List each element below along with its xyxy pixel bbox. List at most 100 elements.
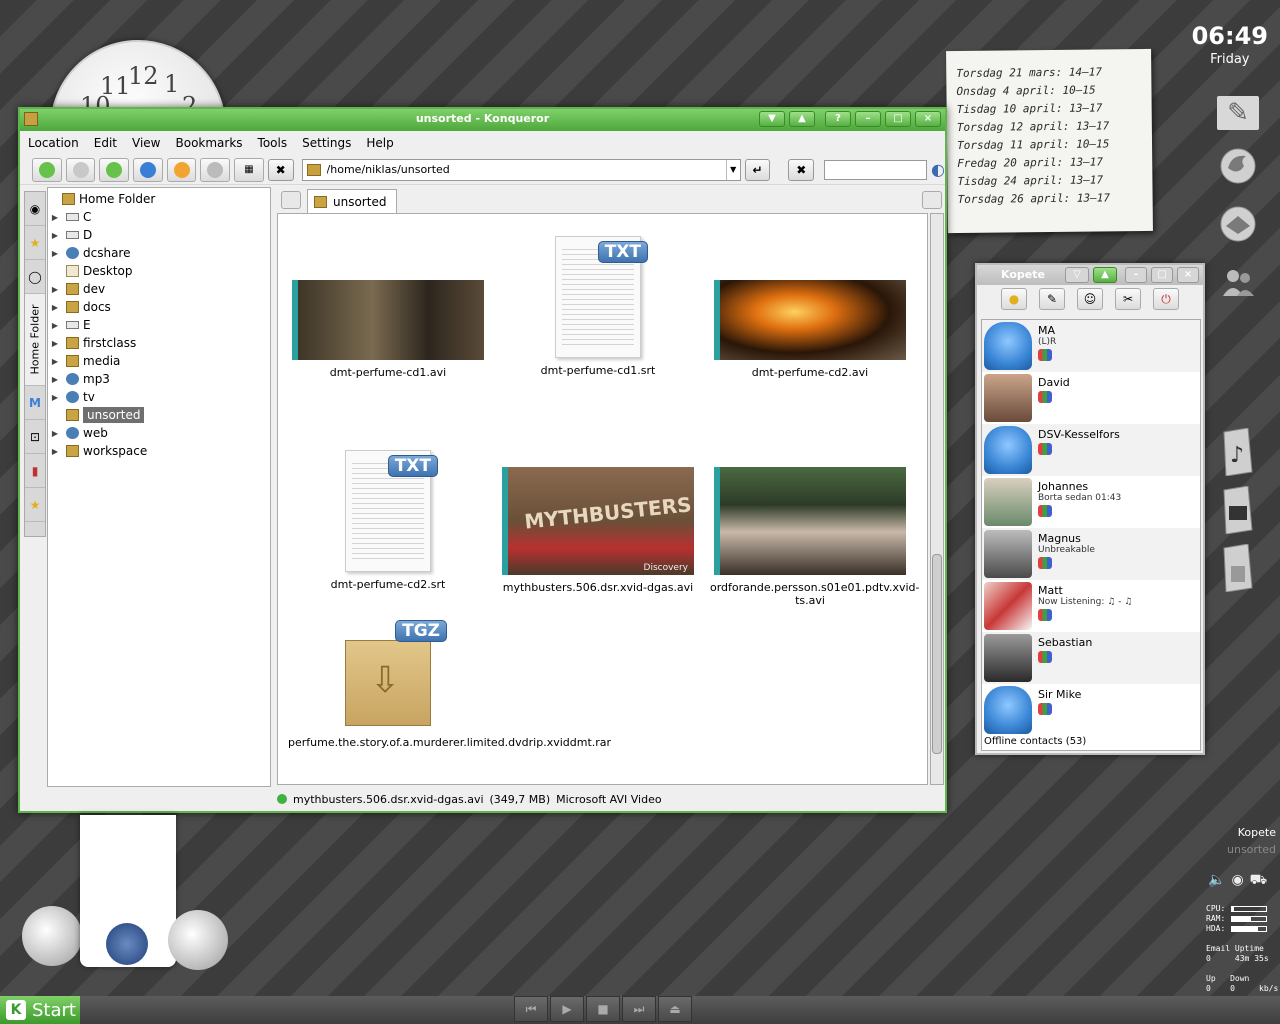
drive-folder-icon[interactable]: [1216, 544, 1260, 592]
expand-arrow-icon[interactable]: ▶: [48, 231, 62, 240]
tree-item-d[interactable]: ▶ D: [48, 226, 270, 244]
expand-arrow-icon[interactable]: ▶: [48, 339, 62, 348]
help-button[interactable]: ?: [825, 111, 851, 127]
task-unsorted[interactable]: unsorted: [1227, 843, 1276, 860]
location-input[interactable]: [326, 163, 726, 176]
contact-item[interactable]: DSV-Kesselfors: [982, 424, 1200, 476]
stop-playback-button[interactable]: ■: [586, 996, 620, 1022]
volume-icon[interactable]: 🔈: [1208, 872, 1225, 890]
expand-arrow-icon[interactable]: ▶: [48, 213, 62, 222]
tree-item-media[interactable]: ▶ media: [48, 352, 270, 370]
sidebar-tab-history[interactable]: ◯: [25, 260, 45, 294]
next-track-button[interactable]: ⏭: [622, 996, 656, 1022]
go-button[interactable]: ↵: [744, 158, 771, 181]
search-input[interactable]: [825, 160, 927, 179]
menu-location[interactable]: Location: [28, 136, 79, 150]
menu-help[interactable]: Help: [366, 136, 393, 150]
shade-button[interactable]: ▽: [1065, 267, 1089, 283]
chevron-down-icon[interactable]: ▼: [725, 159, 740, 180]
media-disc-icon[interactable]: ◉: [1231, 872, 1243, 890]
clear-location-button[interactable]: ✖: [267, 158, 294, 181]
file-item[interactable]: ⇩ TGZ perfume.the.story.of.a.murderer.li…: [288, 620, 611, 749]
sidebar-tab-media[interactable]: M: [25, 386, 45, 420]
tree-item-mp3[interactable]: ▶ mp3: [48, 370, 270, 388]
shade-button[interactable]: ▼: [759, 111, 785, 127]
add-contact-button[interactable]: ☺: [1077, 288, 1103, 310]
sidebar-tab-bookmarks[interactable]: ★: [25, 226, 45, 260]
file-item[interactable]: ordforande.persson.s01e01.pdtv.xvid-ts.a…: [710, 467, 920, 607]
clear-search-button[interactable]: ✖: [788, 158, 815, 181]
offline-contacts-group[interactable]: Offline contacts (53): [982, 736, 1200, 747]
expand-arrow-icon[interactable]: ▶: [48, 249, 62, 258]
tree-item-unsorted[interactable]: unsorted: [48, 406, 270, 424]
file-item[interactable]: dmt-perfume-cd1.avi: [288, 280, 488, 379]
sidebar-tab-web[interactable]: ◉: [25, 192, 45, 226]
tree-item-c[interactable]: ▶ C: [48, 208, 270, 226]
up-button[interactable]: [99, 157, 130, 182]
music-folder-icon[interactable]: ♪: [1216, 428, 1260, 476]
close-button[interactable]: ×: [915, 111, 941, 127]
file-item[interactable]: MYTHBUSTERS Discovery mythbusters.506.ds…: [498, 467, 698, 594]
menu-tools[interactable]: Tools: [258, 136, 288, 150]
tree-item-web[interactable]: ▶ web: [48, 424, 270, 442]
thunderbird-icon[interactable]: [1216, 202, 1260, 246]
minimize-button[interactable]: –: [1125, 267, 1147, 283]
keep-above-button[interactable]: ▲: [1093, 267, 1117, 283]
tree-item-dev[interactable]: ▶ dev: [48, 280, 270, 298]
expand-arrow-icon[interactable]: ▶: [48, 447, 62, 456]
menu-edit[interactable]: Edit: [94, 136, 117, 150]
tree-item-e[interactable]: ▶ E: [48, 316, 270, 334]
contact-item[interactable]: Matt Now Listening: ♫ - ♫: [982, 580, 1200, 632]
settings-button[interactable]: ✂: [1115, 288, 1141, 310]
scrollbar-thumb[interactable]: [932, 554, 942, 754]
play-button[interactable]: ▶: [550, 996, 584, 1022]
task-kopete[interactable]: Kopete: [1227, 826, 1276, 843]
eject-button[interactable]: ⏏: [658, 996, 692, 1022]
contact-item[interactable]: Sebastian: [982, 632, 1200, 684]
menu-settings[interactable]: Settings: [302, 136, 351, 150]
users-icon[interactable]: [1216, 260, 1260, 304]
tree-item-desktop[interactable]: Desktop: [48, 262, 270, 280]
reload-button[interactable]: [166, 157, 197, 182]
tree-item-dcshare[interactable]: ▶ dcshare: [48, 244, 270, 262]
expand-arrow-icon[interactable]: ▶: [48, 303, 62, 312]
home-button[interactable]: [133, 157, 163, 182]
quit-button[interactable]: ⏻: [1153, 288, 1179, 310]
window-titlebar[interactable]: unsorted - Konqueror ▼ ▲ ? – □ ×: [20, 109, 945, 131]
contact-item[interactable]: MA (L)R: [982, 320, 1200, 372]
cart-icon[interactable]: ⛟: [1250, 872, 1268, 890]
expand-arrow-icon[interactable]: ▶: [48, 321, 62, 330]
contact-item[interactable]: Sir Mike: [982, 684, 1200, 736]
previous-track-button[interactable]: ⏮: [514, 996, 548, 1022]
start-button[interactable]: K Start: [0, 996, 80, 1024]
menu-view[interactable]: View: [132, 136, 160, 150]
close-button[interactable]: ×: [1177, 267, 1199, 283]
expand-arrow-icon[interactable]: ▶: [48, 357, 62, 366]
keep-above-button[interactable]: ▲: [789, 111, 815, 127]
location-bar[interactable]: ▼: [301, 158, 741, 181]
contact-item[interactable]: David: [982, 372, 1200, 424]
kopete-titlebar[interactable]: Kopete ▽ ▲ – □ ×: [977, 265, 1203, 285]
sidebar-tab-services[interactable]: ▮: [25, 454, 45, 488]
edit-button[interactable]: ✎: [1039, 288, 1065, 310]
firefox-icon[interactable]: [1216, 144, 1260, 188]
file-item[interactable]: TXT dmt-perfume-cd2.srt: [288, 450, 488, 591]
tab-unsorted[interactable]: unsorted: [307, 189, 397, 213]
tree-item-workspace[interactable]: ▶ workspace: [48, 442, 270, 460]
stop-button[interactable]: [200, 157, 231, 182]
file-item[interactable]: dmt-perfume-cd2.avi: [710, 280, 910, 379]
digital-clock[interactable]: 06:49 Friday: [1192, 22, 1268, 67]
tree-item-tv[interactable]: ▶ tv: [48, 388, 270, 406]
maximize-button[interactable]: □: [885, 111, 911, 127]
expand-arrow-icon[interactable]: ▶: [48, 375, 62, 384]
folder-icon[interactable]: [24, 112, 38, 126]
tree-item-firstclass[interactable]: ▶ firstclass: [48, 334, 270, 352]
contact-item[interactable]: Johannes Borta sedan 01:43: [982, 476, 1200, 528]
ipod-widget[interactable]: [80, 815, 176, 967]
minimize-button[interactable]: –: [855, 111, 881, 127]
expand-arrow-icon[interactable]: ▶: [48, 285, 62, 294]
menu-bookmarks[interactable]: Bookmarks: [176, 136, 243, 150]
status-button[interactable]: ●: [1001, 288, 1027, 310]
back-button[interactable]: [32, 157, 62, 182]
search-engine-icon[interactable]: ◐: [931, 160, 945, 179]
